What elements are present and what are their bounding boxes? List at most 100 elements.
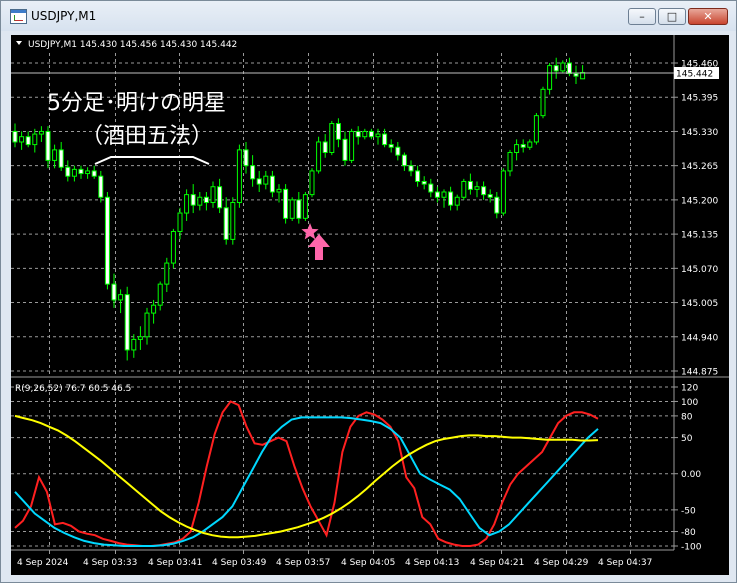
close-button[interactable]: ✕ (688, 8, 728, 25)
indicator-tick-label: 100 (681, 398, 698, 408)
candle-body (170, 230, 176, 264)
maximize-icon: □ (666, 10, 678, 23)
candle-body (355, 130, 361, 138)
time-tick-label: 4 Sep 2024 (17, 558, 69, 568)
price-tick-label: 144.940 (681, 333, 718, 343)
candle-body (408, 165, 414, 172)
candle-body (487, 194, 493, 198)
candle-body (434, 191, 440, 198)
candle-body (500, 170, 506, 214)
indicator-tick-label: 50 (681, 434, 693, 444)
candle-body (441, 191, 447, 198)
candle-body (230, 202, 236, 240)
candle-body (335, 123, 341, 140)
candle-body (236, 149, 242, 204)
candle-body (250, 165, 256, 180)
candle-body (448, 191, 454, 206)
candle-body (560, 62, 566, 72)
indicator-tick-label: -80 (681, 528, 696, 538)
chart-canvas[interactable]: 145.460145.395145.330145.265145.200145.1… (11, 35, 729, 575)
indicator-tick-label: 80 (681, 412, 693, 422)
indicator-line-3 (14, 414, 599, 539)
candle-body (527, 141, 533, 148)
time-tick-label: 4 Sep 03:49 (212, 558, 267, 568)
time-tick-label: 4 Sep 04:13 (405, 558, 459, 568)
candle-body (197, 196, 203, 206)
time-tick-label: 4 Sep 04:05 (341, 558, 395, 568)
triangle-down-icon[interactable] (16, 41, 22, 45)
candle-body (375, 133, 381, 138)
candle-body (507, 152, 513, 172)
candle-body (540, 88, 546, 117)
candle-body (467, 180, 473, 190)
price-tick-label: 145.070 (681, 265, 718, 275)
candle-body (131, 338, 137, 351)
chart-header: USDJPY,M1 145.430 145.456 145.430 145.44… (28, 40, 237, 50)
candle-body (342, 138, 348, 161)
candle-body (151, 304, 157, 314)
bracket-shape (94, 156, 210, 165)
candle-body (322, 141, 328, 154)
candle-body (494, 196, 500, 214)
candle-body (368, 130, 374, 138)
chart-area[interactable]: 145.460 145.395 145.330 145.265 145.200 145.1… (11, 35, 729, 575)
time-tick-label: 4 Sep 03:57 (276, 558, 330, 568)
candle-body (177, 212, 183, 232)
candle-body (111, 283, 117, 301)
annotation-title: 5分足･明けの明星 (47, 91, 226, 116)
price-axis: 145.460145.395145.330145.265145.200145.1… (674, 60, 718, 378)
star-marker (301, 223, 319, 240)
indicator-tick-label: 120 (681, 384, 698, 394)
candle-body (454, 196, 460, 206)
candle-body (309, 170, 315, 196)
candle-body (164, 262, 170, 285)
candle-body (58, 149, 64, 168)
window-title: USDJPY,M1 (31, 9, 97, 23)
candle-body (118, 294, 124, 301)
price-tick-label: 145.005 (681, 299, 718, 309)
indicator-tick-label: -50 (681, 506, 696, 516)
candle-body (296, 199, 302, 219)
candle-body (38, 130, 44, 135)
candle-body (210, 186, 216, 204)
candle-body (91, 170, 97, 177)
candle-body (157, 283, 163, 306)
current-price-label: 145.442 (676, 70, 713, 80)
candle-body (276, 188, 282, 193)
candle-body (45, 130, 51, 161)
candle-body (144, 312, 150, 338)
arrow-up-icon (308, 234, 330, 260)
minimize-button[interactable]: – (628, 8, 656, 25)
candle-body (474, 186, 480, 190)
candle-body (12, 130, 18, 143)
price-tick-label: 145.200 (681, 196, 718, 206)
candle-body (395, 146, 401, 156)
candle-body (428, 183, 434, 193)
price-tick-label: 145.395 (681, 94, 718, 104)
candle-body (289, 199, 295, 219)
candle-body (243, 149, 249, 167)
candle-body (256, 178, 262, 185)
indicator-tick-label: 0.00 (681, 470, 701, 480)
candle-body (573, 73, 579, 77)
candle-body (104, 196, 110, 285)
price-tick-label: 145.265 (681, 162, 718, 172)
candle-body (415, 170, 421, 182)
candle-body (85, 170, 91, 175)
title-bar[interactable]: USDJPY,M1 – □ ✕ (1, 1, 736, 31)
candle-body (19, 136, 25, 143)
indicator-tick-label: -100 (681, 543, 702, 553)
price-tick-label: 144.875 (681, 368, 718, 378)
candle-body (78, 168, 84, 175)
candle-body (461, 180, 467, 198)
time-tick-label: 4 Sep 04:37 (598, 558, 652, 568)
candle-body (184, 194, 190, 214)
candle-body (71, 168, 77, 177)
maximize-button[interactable]: □ (658, 8, 686, 25)
annotation-subtitle: （酒田五法） (81, 124, 213, 149)
close-icon: ✕ (703, 10, 713, 23)
candle-body (137, 336, 143, 340)
chart-app-icon (10, 9, 27, 24)
candle-body (388, 144, 394, 148)
time-tick-label: 4 Sep 04:21 (470, 558, 524, 568)
